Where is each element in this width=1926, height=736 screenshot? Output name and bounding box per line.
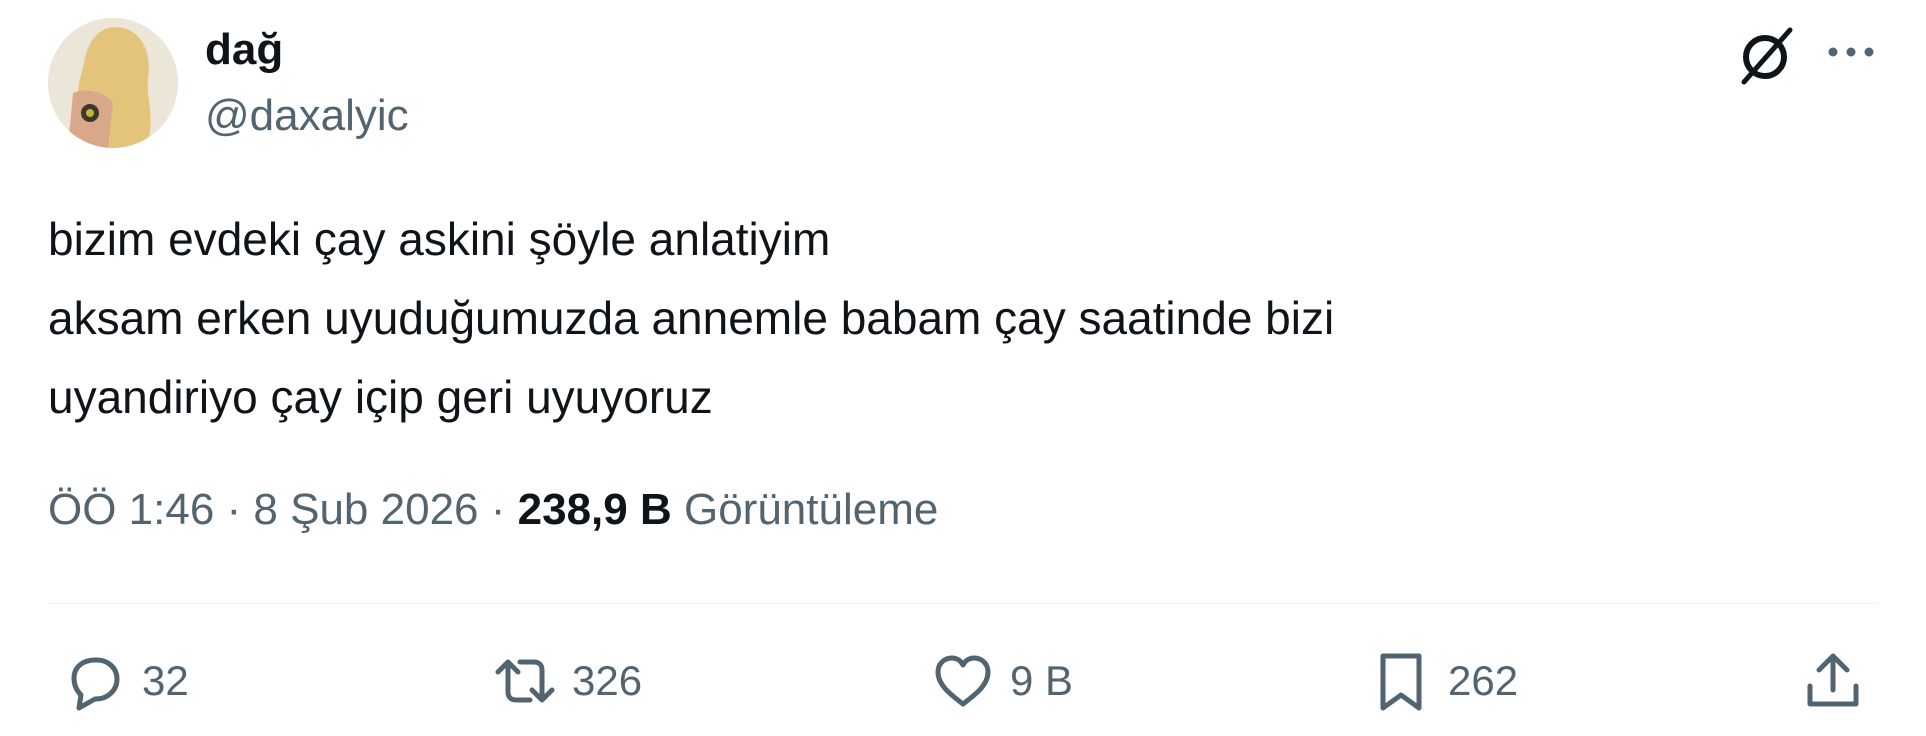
bookmark-button[interactable]: 262 <box>1368 645 1518 717</box>
views-label: Görüntüleme <box>683 485 939 534</box>
tweet-meta: ÖÖ 1:46 · 8 Şub 2026 · 238,9 B Görüntüle… <box>48 480 938 540</box>
author-handle[interactable]: @daxalyic <box>205 88 409 144</box>
share-icon <box>1807 653 1859 707</box>
share-button[interactable] <box>1800 645 1866 717</box>
views-count: 238,9 B <box>517 485 672 534</box>
author-display-name[interactable]: dağ <box>205 22 283 78</box>
avatar-image <box>48 18 178 148</box>
divider <box>48 603 1878 604</box>
tweet-text-line: aksam erken uyuduğumuzda annemle babam ç… <box>48 292 1335 344</box>
more-dots-icon[interactable] <box>1823 30 1879 74</box>
reply-count: 32 <box>142 657 189 704</box>
bookmark-count: 262 <box>1448 657 1519 704</box>
tweet-text: bizim evdeki çay askini şöyle anlatiyim … <box>48 200 1848 437</box>
retweet-icon <box>495 659 555 703</box>
tweet-text-line: bizim evdeki çay askini şöyle anlatiyim <box>48 213 831 265</box>
meta-separator: · <box>478 485 518 534</box>
retweet-count: 326 <box>572 657 643 704</box>
reply-icon <box>71 657 120 711</box>
bookmark-icon <box>1380 653 1422 711</box>
meta-separator: · <box>214 485 254 534</box>
tweet-time[interactable]: ÖÖ 1:46 <box>48 485 214 534</box>
avatar[interactable] <box>48 18 178 148</box>
retweet-button[interactable]: 326 <box>492 645 642 717</box>
tweet-date[interactable]: 8 Şub 2026 <box>253 485 478 534</box>
tweet-text-line: uyandiriyo çay içip geri uyuyoruz <box>48 371 713 423</box>
reply-button[interactable]: 32 <box>62 645 189 717</box>
like-button[interactable]: 9 B <box>930 645 1073 717</box>
like-icon <box>935 655 991 707</box>
grok-icon[interactable] <box>1730 20 1800 90</box>
like-count: 9 B <box>1010 657 1074 704</box>
